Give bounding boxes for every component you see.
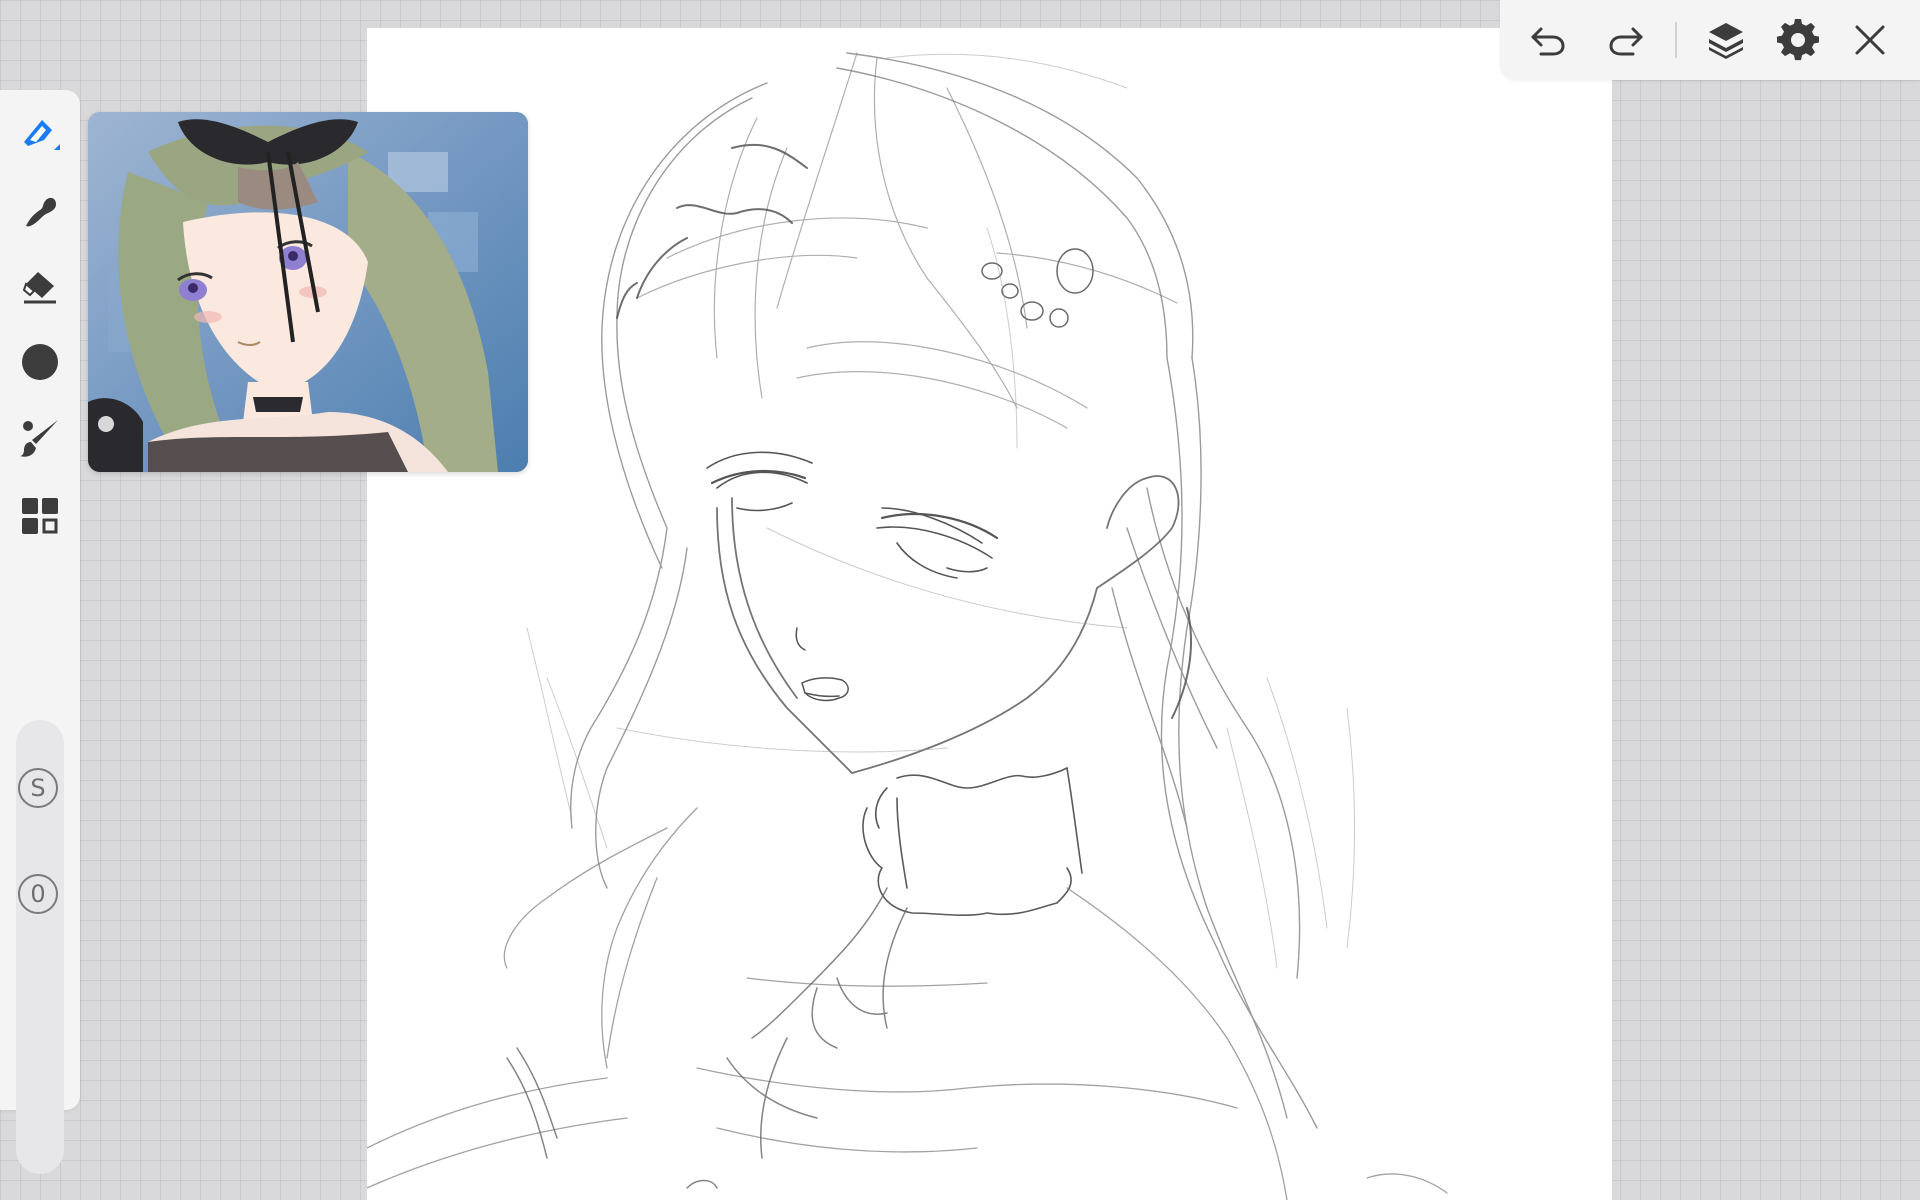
drawing-canvas[interactable] (367, 28, 1612, 1200)
pen-tool-button[interactable] (14, 108, 66, 160)
eraser-icon (22, 272, 56, 304)
color-picker-button[interactable] (14, 336, 66, 388)
toolbar-divider (1675, 22, 1677, 58)
smudge-tool-button[interactable] (14, 184, 66, 236)
sketch-drawing (367, 52, 1448, 1200)
close-button[interactable] (1844, 14, 1896, 66)
grid-icon (22, 498, 58, 534)
undo-button[interactable] (1522, 14, 1574, 66)
gear-icon (1777, 19, 1819, 61)
brush-tool-button[interactable] (14, 412, 66, 464)
opacity-label: 0 (30, 880, 46, 908)
close-icon (1855, 25, 1885, 55)
layers-icon (1709, 23, 1743, 59)
more-tools-button[interactable] (14, 490, 66, 542)
left-toolbar: S 0 (0, 90, 80, 1174)
reference-image[interactable] (88, 112, 528, 472)
brush-size-indicator[interactable]: S (18, 768, 58, 808)
reference-image-icon (88, 112, 528, 472)
smudge-icon (26, 197, 56, 227)
redo-icon (1609, 27, 1643, 56)
settings-button[interactable] (1772, 14, 1824, 66)
eraser-tool-button[interactable] (14, 260, 66, 312)
brush-size-label: S (30, 774, 46, 802)
color-circle-icon (22, 344, 58, 380)
opacity-indicator[interactable]: 0 (18, 874, 58, 914)
brush-icon (20, 420, 58, 457)
top-toolbar (1500, 0, 1920, 80)
pen-icon (24, 120, 60, 150)
layers-button[interactable] (1700, 14, 1752, 66)
redo-button[interactable] (1600, 14, 1652, 66)
undo-icon (1531, 27, 1565, 56)
